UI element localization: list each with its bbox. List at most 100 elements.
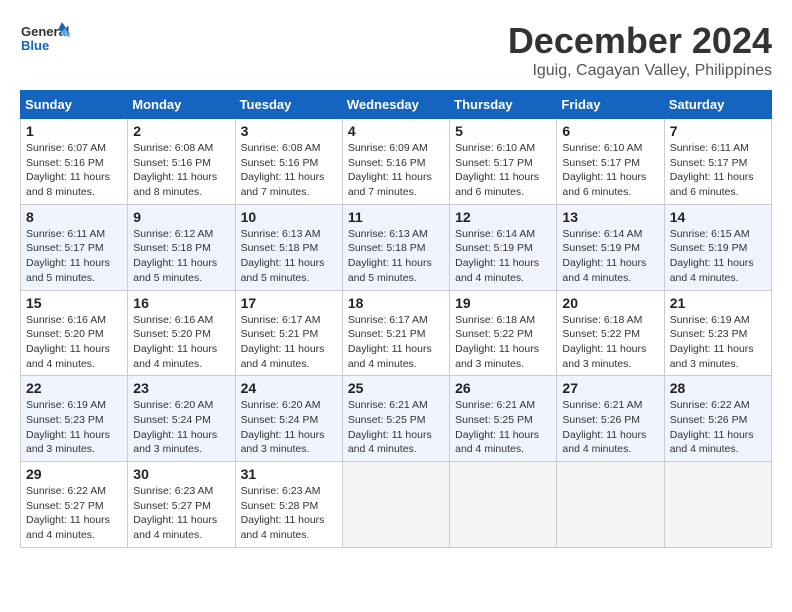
day-info: Sunrise: 6:18 AMSunset: 5:22 PMDaylight:…: [562, 313, 658, 372]
day-number: 5: [455, 123, 551, 139]
day-info: Sunrise: 6:21 AMSunset: 5:25 PMDaylight:…: [348, 398, 444, 457]
day-info: Sunrise: 6:10 AMSunset: 5:17 PMDaylight:…: [455, 141, 551, 200]
day-number: 3: [241, 123, 337, 139]
day-info: Sunrise: 6:15 AMSunset: 5:19 PMDaylight:…: [670, 227, 766, 286]
calendar-cell: 5 Sunrise: 6:10 AMSunset: 5:17 PMDaylight…: [450, 119, 557, 205]
calendar-cell: [557, 462, 664, 548]
day-number: 13: [562, 209, 658, 225]
day-number: 29: [26, 466, 122, 482]
day-info: Sunrise: 6:23 AMSunset: 5:28 PMDaylight:…: [241, 484, 337, 543]
day-header-tuesday: Tuesday: [235, 91, 342, 119]
day-number: 9: [133, 209, 229, 225]
calendar-cell: 25 Sunrise: 6:21 AMSunset: 5:25 PMDayligh…: [342, 376, 449, 462]
day-header-sunday: Sunday: [21, 91, 128, 119]
day-info: Sunrise: 6:09 AMSunset: 5:16 PMDaylight:…: [348, 141, 444, 200]
day-info: Sunrise: 6:08 AMSunset: 5:16 PMDaylight:…: [133, 141, 229, 200]
day-number: 28: [670, 380, 766, 396]
day-number: 25: [348, 380, 444, 396]
day-info: Sunrise: 6:16 AMSunset: 5:20 PMDaylight:…: [26, 313, 122, 372]
day-number: 22: [26, 380, 122, 396]
day-number: 27: [562, 380, 658, 396]
day-number: 24: [241, 380, 337, 396]
day-info: Sunrise: 6:19 AMSunset: 5:23 PMDaylight:…: [670, 313, 766, 372]
day-info: Sunrise: 6:21 AMSunset: 5:26 PMDaylight:…: [562, 398, 658, 457]
calendar-cell: 29 Sunrise: 6:22 AMSunset: 5:27 PMDayligh…: [21, 462, 128, 548]
calendar-cell: 24 Sunrise: 6:20 AMSunset: 5:24 PMDayligh…: [235, 376, 342, 462]
calendar-cell: 4Sunrise: 6:09 AMSunset: 5:16 PMDaylight…: [342, 119, 449, 205]
calendar-cell: 10 Sunrise: 6:13 AMSunset: 5:18 PMDayligh…: [235, 204, 342, 290]
day-info: Sunrise: 6:21 AMSunset: 5:25 PMDaylight:…: [455, 398, 551, 457]
calendar-cell: [342, 462, 449, 548]
day-number: 19: [455, 295, 551, 311]
calendar-cell: 8Sunrise: 6:11 AMSunset: 5:17 PMDaylight…: [21, 204, 128, 290]
day-number: 2: [133, 123, 229, 139]
day-number: 12: [455, 209, 551, 225]
page-header: General Blue December 2024 Iguig, Cagaya…: [20, 20, 772, 80]
title-section: December 2024 Iguig, Cagayan Valley, Phi…: [508, 20, 772, 80]
calendar-cell: 23 Sunrise: 6:20 AMSunset: 5:24 PMDayligh…: [128, 376, 235, 462]
location-subtitle: Iguig, Cagayan Valley, Philippines: [508, 62, 772, 80]
calendar-week-row: 8Sunrise: 6:11 AMSunset: 5:17 PMDaylight…: [21, 204, 772, 290]
day-number: 18: [348, 295, 444, 311]
day-info: Sunrise: 6:13 AMSunset: 5:18 PMDaylight:…: [348, 227, 444, 286]
calendar-cell: 12 Sunrise: 6:14 AMSunset: 5:19 PMDayligh…: [450, 204, 557, 290]
day-number: 6: [562, 123, 658, 139]
logo: General Blue: [20, 20, 70, 65]
day-info: Sunrise: 6:12 AMSunset: 5:18 PMDaylight:…: [133, 227, 229, 286]
day-number: 14: [670, 209, 766, 225]
calendar-week-row: 22 Sunrise: 6:19 AMSunset: 5:23 PMDayligh…: [21, 376, 772, 462]
day-number: 10: [241, 209, 337, 225]
day-number: 26: [455, 380, 551, 396]
day-info: Sunrise: 6:22 AMSunset: 5:26 PMDaylight:…: [670, 398, 766, 457]
calendar-cell: 28 Sunrise: 6:22 AMSunset: 5:26 PMDayligh…: [664, 376, 771, 462]
calendar-cell: [664, 462, 771, 548]
calendar-cell: 11 Sunrise: 6:13 AMSunset: 5:18 PMDayligh…: [342, 204, 449, 290]
calendar-cell: 15 Sunrise: 6:16 AMSunset: 5:20 PMDayligh…: [21, 290, 128, 376]
day-info: Sunrise: 6:20 AMSunset: 5:24 PMDaylight:…: [241, 398, 337, 457]
calendar-cell: 16 Sunrise: 6:16 AMSunset: 5:20 PMDayligh…: [128, 290, 235, 376]
calendar-cell: 1Sunrise: 6:07 AMSunset: 5:16 PMDaylight…: [21, 119, 128, 205]
day-number: 11: [348, 209, 444, 225]
day-info: Sunrise: 6:20 AMSunset: 5:24 PMDaylight:…: [133, 398, 229, 457]
day-number: 8: [26, 209, 122, 225]
calendar-cell: 20 Sunrise: 6:18 AMSunset: 5:22 PMDayligh…: [557, 290, 664, 376]
calendar-cell: 3Sunrise: 6:08 AMSunset: 5:16 PMDaylight…: [235, 119, 342, 205]
day-header-wednesday: Wednesday: [342, 91, 449, 119]
calendar-table: SundayMondayTuesdayWednesdayThursdayFrid…: [20, 90, 772, 548]
day-number: 7: [670, 123, 766, 139]
calendar-cell: 26 Sunrise: 6:21 AMSunset: 5:25 PMDayligh…: [450, 376, 557, 462]
day-info: Sunrise: 6:10 AMSunset: 5:17 PMDaylight:…: [562, 141, 658, 200]
calendar-cell: 30 Sunrise: 6:23 AMSunset: 5:27 PMDayligh…: [128, 462, 235, 548]
day-info: Sunrise: 6:14 AMSunset: 5:19 PMDaylight:…: [455, 227, 551, 286]
calendar-cell: 7Sunrise: 6:11 AMSunset: 5:17 PMDaylight…: [664, 119, 771, 205]
month-title: December 2024: [508, 20, 772, 62]
calendar-cell: [450, 462, 557, 548]
day-number: 20: [562, 295, 658, 311]
calendar-cell: 2 Sunrise: 6:08 AMSunset: 5:16 PMDaylight…: [128, 119, 235, 205]
day-number: 16: [133, 295, 229, 311]
calendar-header-row: SundayMondayTuesdayWednesdayThursdayFrid…: [21, 91, 772, 119]
day-info: Sunrise: 6:13 AMSunset: 5:18 PMDaylight:…: [241, 227, 337, 286]
calendar-cell: 17Sunrise: 6:17 AMSunset: 5:21 PMDayligh…: [235, 290, 342, 376]
day-number: 23: [133, 380, 229, 396]
calendar-cell: 14 Sunrise: 6:15 AMSunset: 5:19 PMDayligh…: [664, 204, 771, 290]
day-number: 30: [133, 466, 229, 482]
day-info: Sunrise: 6:16 AMSunset: 5:20 PMDaylight:…: [133, 313, 229, 372]
day-header-thursday: Thursday: [450, 91, 557, 119]
calendar-cell: 19Sunrise: 6:18 AMSunset: 5:22 PMDayligh…: [450, 290, 557, 376]
calendar-cell: 31 Sunrise: 6:23 AMSunset: 5:28 PMDayligh…: [235, 462, 342, 548]
day-info: Sunrise: 6:23 AMSunset: 5:27 PMDaylight:…: [133, 484, 229, 543]
day-number: 15: [26, 295, 122, 311]
calendar-cell: 6 Sunrise: 6:10 AMSunset: 5:17 PMDaylight…: [557, 119, 664, 205]
day-number: 1: [26, 123, 122, 139]
day-header-saturday: Saturday: [664, 91, 771, 119]
logo-svg: General Blue: [20, 20, 70, 65]
day-header-monday: Monday: [128, 91, 235, 119]
day-number: 21: [670, 295, 766, 311]
calendar-cell: 18Sunrise: 6:17 AMSunset: 5:21 PMDayligh…: [342, 290, 449, 376]
calendar-week-row: 1Sunrise: 6:07 AMSunset: 5:16 PMDaylight…: [21, 119, 772, 205]
day-info: Sunrise: 6:22 AMSunset: 5:27 PMDaylight:…: [26, 484, 122, 543]
day-number: 17: [241, 295, 337, 311]
day-number: 31: [241, 466, 337, 482]
day-info: Sunrise: 6:19 AMSunset: 5:23 PMDaylight:…: [26, 398, 122, 457]
